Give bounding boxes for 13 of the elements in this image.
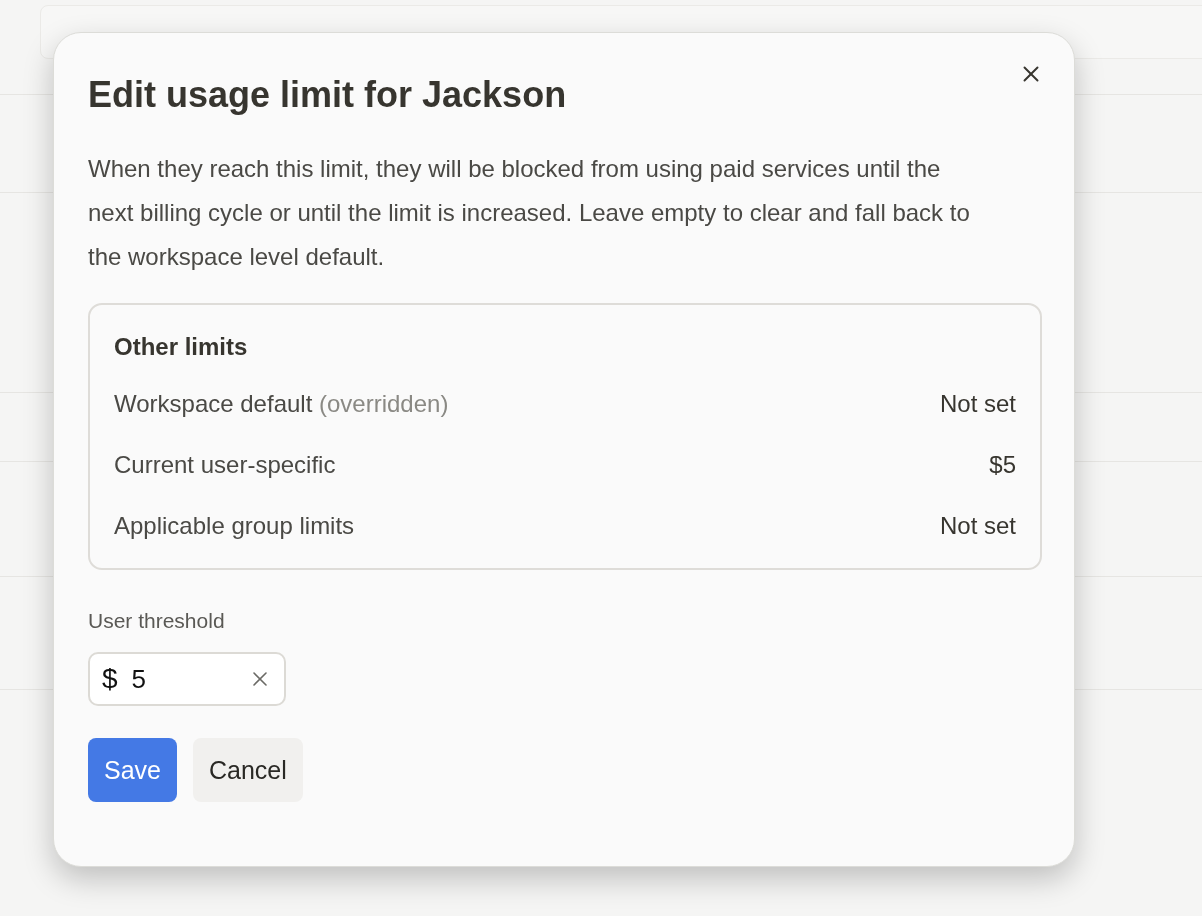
cancel-button[interactable]: Cancel (193, 738, 303, 802)
limit-label: Workspace default (overridden) (114, 389, 449, 419)
field-label: User threshold (88, 608, 226, 634)
limit-value: Not set (939, 511, 1016, 541)
panel-title: Other limits (114, 333, 249, 361)
save-button[interactable]: Save (88, 738, 177, 802)
dialog-description: When they reach this limit, they will be blocked from using paid services until the next billing cycle or until the limit is increased. Leave empty to clear and fall back to the workspace level default. (88, 154, 971, 272)
limit-value: Not set (939, 389, 1016, 419)
dialog-title: Edit usage limit for Jackson (88, 73, 568, 117)
limit-value: $5 (989, 450, 1016, 480)
threshold-input-field[interactable]: $ 5 (88, 652, 286, 706)
limit-label: Current user-specific (114, 450, 336, 480)
limit-label: Applicable group limits (114, 511, 355, 541)
